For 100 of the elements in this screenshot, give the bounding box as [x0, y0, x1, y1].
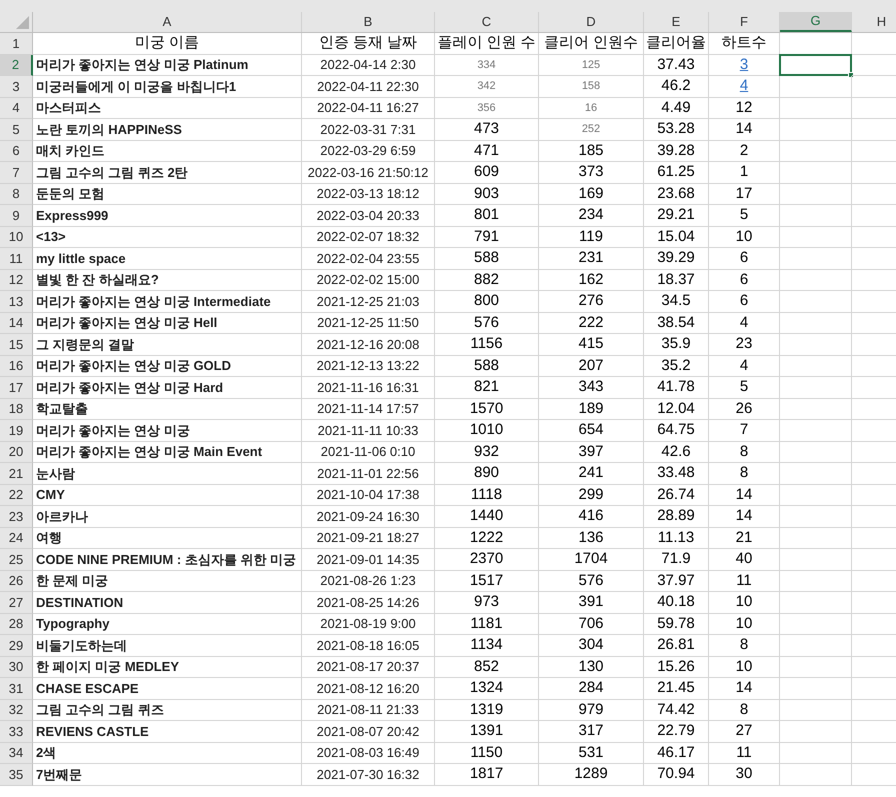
- table-cell-text: 머리가 좋아지는 연상 미궁 Main Event: [36, 443, 262, 461]
- table-cell-text: 890: [474, 463, 500, 483]
- row-header[interactable]: 34: [0, 742, 33, 764]
- row-header[interactable]: 31: [0, 678, 33, 700]
- table-cell-text: 학교탈출: [36, 400, 88, 418]
- row-header[interactable]: 32: [0, 700, 33, 721]
- table-cell-text: 2021-08-12 16:20: [316, 680, 420, 698]
- row-header[interactable]: 19: [0, 420, 33, 442]
- table-cell-text: 189: [578, 398, 604, 418]
- row-header[interactable]: 23: [0, 506, 33, 528]
- row-header[interactable]: 13: [0, 291, 33, 312]
- row-header[interactable]: 24: [0, 528, 33, 549]
- table-cell-text: 356: [477, 100, 496, 116]
- row-header[interactable]: 12: [0, 270, 33, 291]
- table-cell-text: 플레이 인원 수: [437, 33, 536, 53]
- table-cell-text: my little space: [36, 250, 126, 268]
- row-header[interactable]: 4: [0, 98, 33, 119]
- table-cell-text: 머리가 좋아지는 연상 미궁 Platinum: [36, 56, 248, 74]
- row-header[interactable]: 30: [0, 656, 33, 678]
- table-cell-text: 그림 고수의 그림 퀴즈 2탄: [36, 164, 188, 182]
- table-cell-text: 하트수: [722, 33, 766, 53]
- row-header[interactable]: 8: [0, 184, 33, 205]
- row-header[interactable]: 22: [0, 484, 33, 506]
- row-header[interactable]: 28: [0, 614, 33, 635]
- table-cell-text: 1440: [470, 506, 504, 526]
- table-cell-text: 37.97: [657, 570, 695, 590]
- table-cell-text: 그림 고수의 그림 퀴즈: [36, 701, 164, 719]
- table-cell-text: 397: [578, 442, 604, 462]
- table-cell-text: 169: [578, 184, 604, 204]
- table-cell-text: 71.9: [661, 549, 691, 569]
- table-cell-text: 11: [736, 570, 752, 590]
- table-cell-text: 2021-11-11 10:33: [318, 422, 418, 440]
- row-header[interactable]: 2: [0, 54, 33, 76]
- row-header[interactable]: 29: [0, 635, 33, 656]
- table-cell-text: 2021-10-04 17:38: [316, 486, 420, 504]
- table-cell-text: 8: [740, 463, 748, 483]
- column-header[interactable]: C: [435, 12, 539, 32]
- row-header[interactable]: 16: [0, 356, 33, 377]
- table-cell-text: 23.68: [657, 184, 695, 204]
- table-cell-text: 207: [578, 356, 604, 376]
- table-cell-text: 42.6: [661, 442, 691, 462]
- table-cell-text: 비둘기도하는데: [36, 636, 127, 654]
- table-cell-text: 1118: [470, 484, 502, 504]
- table-cell-text: 11.13: [658, 528, 694, 548]
- row-header[interactable]: 26: [0, 570, 33, 592]
- column-header[interactable]: D: [539, 12, 644, 32]
- row-header[interactable]: 21: [0, 463, 33, 484]
- table-cell-text: 2022-02-07 18:32: [316, 228, 420, 246]
- table-cell-text: 18.37: [657, 270, 695, 290]
- column-header[interactable]: B: [302, 12, 435, 32]
- row-header[interactable]: 15: [0, 334, 33, 356]
- table-cell-text: DESTINATION: [36, 594, 124, 612]
- row-header[interactable]: 5: [0, 119, 33, 140]
- row-header[interactable]: 10: [0, 226, 33, 248]
- row-header[interactable]: 17: [0, 377, 33, 398]
- row-header[interactable]: 18: [0, 398, 33, 420]
- table-cell-text: CMY: [36, 486, 65, 504]
- row-header[interactable]: 27: [0, 592, 33, 614]
- table-cell-text: 40.18: [657, 592, 695, 612]
- table-cell-text: 35.9: [661, 334, 691, 354]
- table-cell-text: 10: [736, 592, 752, 612]
- table-cell-text: 11: [736, 742, 752, 762]
- table-cell-text: 38.54: [657, 312, 695, 332]
- table-cell-text: 973: [474, 592, 500, 612]
- row-header[interactable]: 1: [0, 33, 33, 54]
- table-cell-text: 234: [578, 205, 604, 225]
- table-cell-text: 2022-03-13 18:12: [316, 185, 420, 203]
- row-header[interactable]: 33: [0, 721, 33, 742]
- row-header[interactable]: 9: [0, 205, 33, 226]
- row-header[interactable]: 6: [0, 140, 33, 162]
- table-cell-text: 222: [578, 312, 604, 332]
- table-cell-text: 932: [474, 442, 500, 462]
- table-cell-text: 2021-08-17 20:37: [316, 658, 420, 676]
- table-cell-text: 2370: [470, 549, 504, 569]
- table-cell-text: 2021-11-16 16:31: [317, 378, 419, 396]
- table-cell-text: 27: [736, 721, 752, 741]
- row-header[interactable]: 7: [0, 162, 33, 184]
- table-cell-text: 매치 카인드: [36, 142, 105, 160]
- table-cell-text: 821: [474, 377, 500, 397]
- row-header[interactable]: 3: [0, 76, 33, 98]
- row-header[interactable]: 20: [0, 442, 33, 463]
- table-cell-text: 185: [578, 140, 604, 160]
- table-cell-text: 머리가 좋아지는 연상 미궁: [36, 422, 190, 440]
- table-cell-text: 10: [736, 226, 752, 246]
- table-cell-text: CHASE ESCAPE: [36, 680, 139, 698]
- column-header[interactable]: A: [33, 12, 302, 32]
- row-header[interactable]: 25: [0, 549, 33, 570]
- row-header[interactable]: 11: [0, 248, 33, 270]
- column-header[interactable]: E: [644, 12, 709, 32]
- table-cell-text: 1289: [574, 764, 608, 784]
- table-cell-text: 1156: [470, 334, 503, 354]
- row-header[interactable]: 35: [0, 764, 33, 786]
- table-cell-text: 4.49: [661, 98, 691, 118]
- table-cell-text: 2021-12-13 13:22: [316, 357, 420, 375]
- row-header[interactable]: 14: [0, 312, 33, 334]
- column-header[interactable]: G: [780, 12, 852, 32]
- table-cell-text: 391: [578, 592, 604, 612]
- table-cell-text: 2021-08-26 1:23: [320, 572, 416, 590]
- column-header[interactable]: H: [852, 12, 896, 32]
- table-cell-text: 15.04: [657, 226, 695, 246]
